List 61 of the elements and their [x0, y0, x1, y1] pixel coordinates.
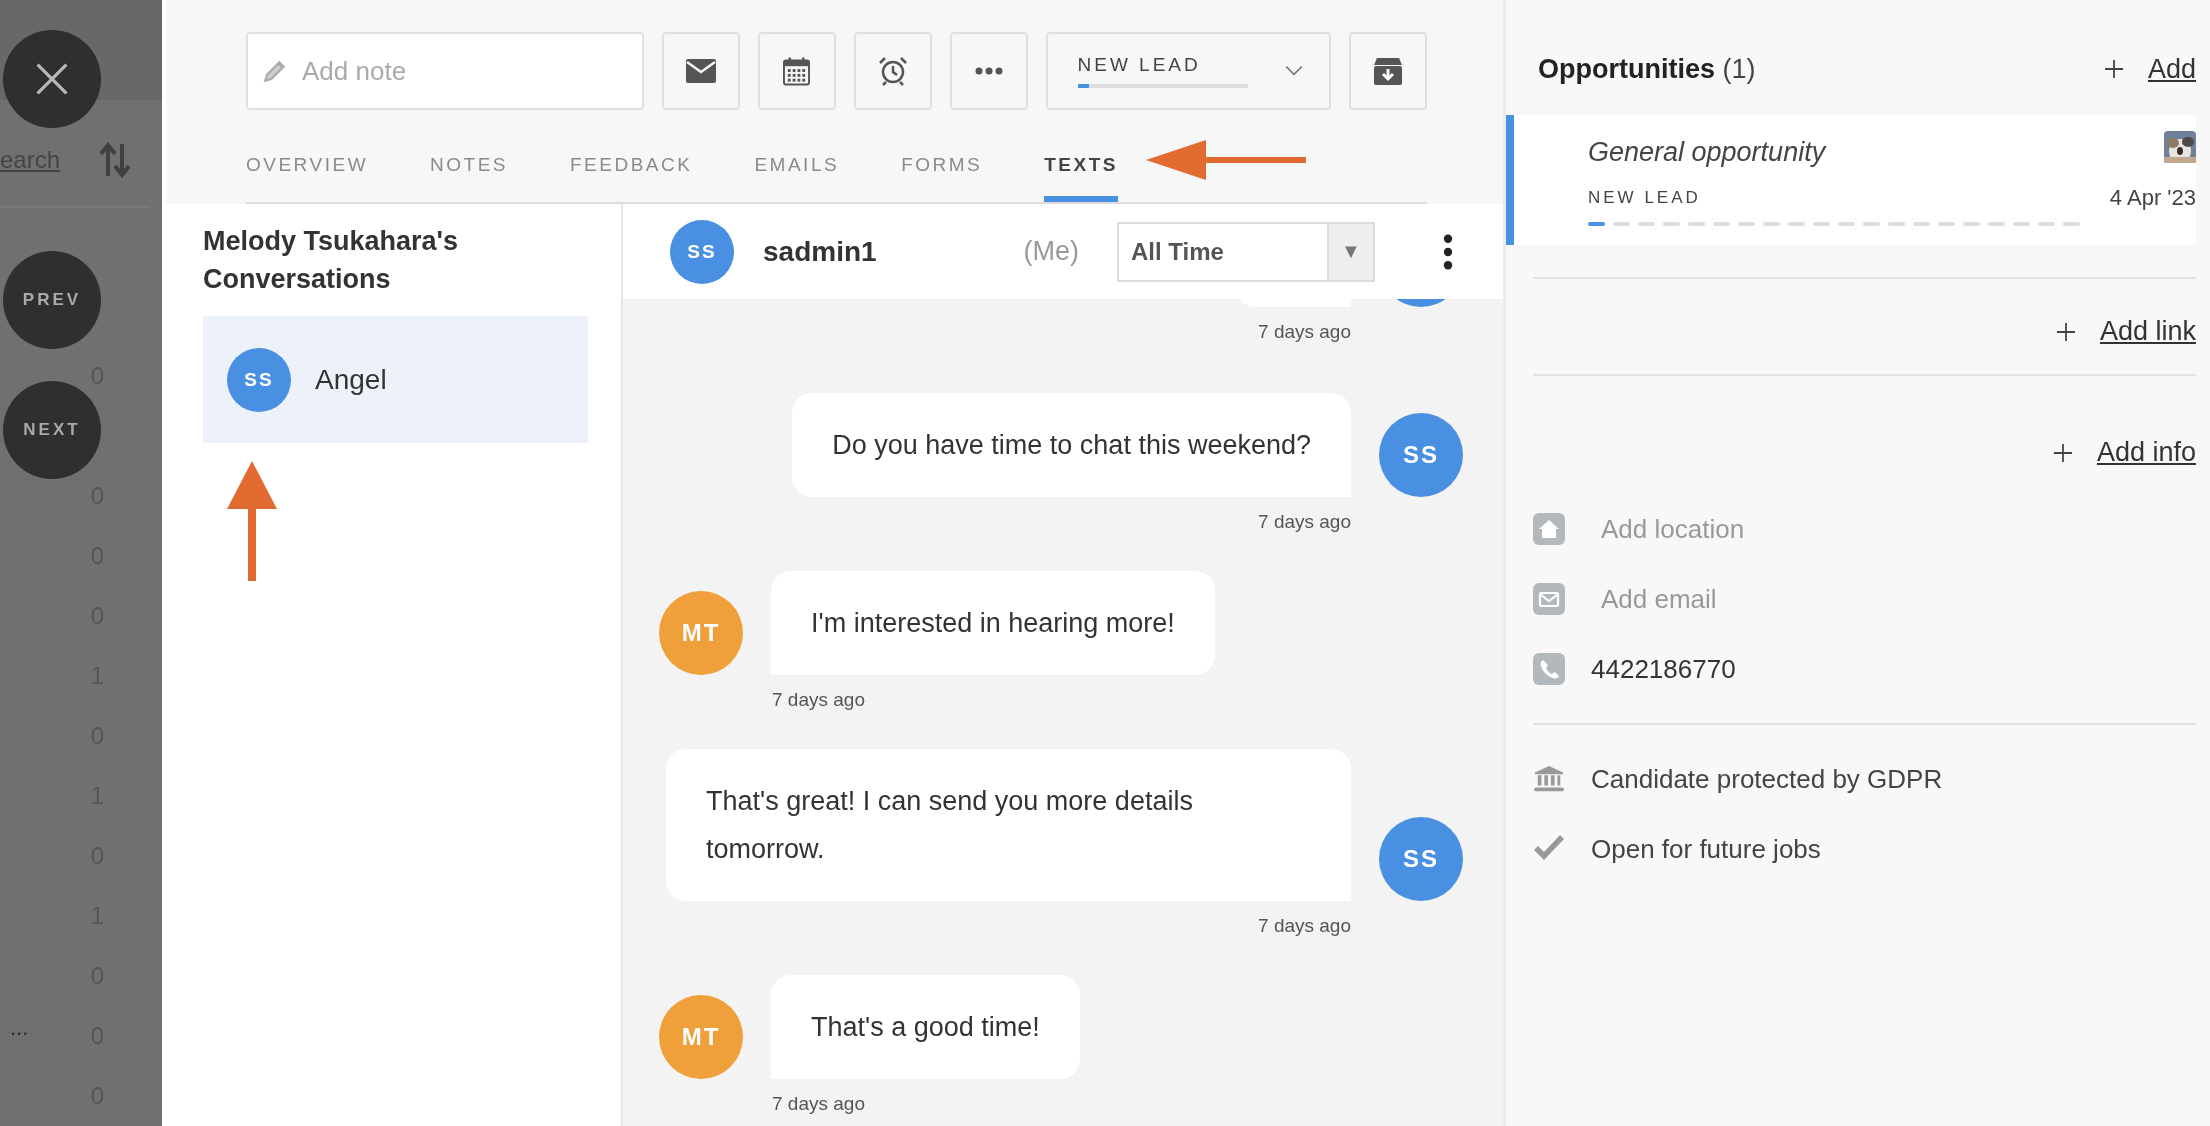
kebab-menu-icon[interactable]	[1443, 233, 1453, 270]
time-filter-select[interactable]: All Time ▼	[1117, 221, 1375, 282]
calendar-button[interactable]	[757, 32, 836, 110]
gdpr-text: Candidate protected by GDPR	[1591, 763, 1943, 795]
plus-icon	[2103, 59, 2124, 79]
status-dropdown[interactable]: NEW LEAD	[1045, 32, 1332, 110]
tab[interactable]: FEEDBACK	[570, 118, 693, 202]
plus-icon	[2055, 321, 2076, 342]
message-bubble: Do you have time to chat this weekend?	[792, 393, 1351, 497]
message-time: 7 days ago	[1258, 915, 1351, 937]
nav-button[interactable]: PREV	[3, 251, 101, 349]
me-label: (Me)	[1023, 236, 1079, 267]
archive-button[interactable]	[1349, 32, 1427, 110]
message-bubble: I'm interested in hearing more!	[771, 571, 1215, 675]
message-bubble: That's a good time!	[771, 975, 1080, 1079]
message-bubble: That's great! I can send you more details tomorrow.	[666, 749, 1351, 901]
avatar: SS	[227, 347, 291, 412]
pencil-icon	[262, 58, 288, 84]
add-link[interactable]: Add	[2147, 53, 2196, 85]
more-icon	[974, 67, 1003, 75]
avatar: SS	[1379, 817, 1463, 901]
alarm-button[interactable]	[853, 32, 932, 110]
tab[interactable]: OVERVIEW	[246, 118, 369, 202]
avatar: MT	[659, 591, 743, 675]
add-link[interactable]: Add link	[2099, 316, 2196, 347]
tab[interactable]: EMAILS	[754, 118, 840, 202]
alarm-clock-icon	[877, 56, 908, 86]
conversations-title: Melody Tsukahara's Conversations	[203, 225, 459, 296]
tab[interactable]: FORMS	[901, 118, 983, 202]
phone-icon	[1533, 653, 1565, 685]
email-button[interactable]	[662, 32, 740, 110]
close-icon	[34, 61, 70, 97]
phone-text: 4422186770	[1591, 653, 1736, 685]
plus-icon	[2052, 442, 2073, 463]
avatar: SS	[670, 219, 734, 284]
message-time: 7 days ago	[1258, 511, 1351, 533]
user-name: sadmin1	[763, 235, 878, 268]
add-note-field[interactable]: Add note	[246, 32, 644, 110]
message-time: 7 days ago	[772, 1093, 865, 1115]
avatar: MT	[659, 995, 743, 1079]
opportunity-card[interactable]: General opportunity NEW LEAD 4 Apr '23	[1506, 115, 2196, 245]
check-text: Open for future jobs	[1591, 833, 1821, 865]
message-time: 7 days ago	[772, 689, 865, 711]
add-link[interactable]: Add info	[2096, 437, 2196, 468]
opportunity-name: General opportunity	[1588, 137, 1828, 168]
house-icon	[1533, 513, 1565, 545]
conversation-item[interactable]: SS Angel	[203, 316, 588, 443]
nav-button[interactable]: NEXT	[3, 381, 101, 479]
envelope-icon	[1533, 583, 1565, 615]
chevron-down-icon	[1285, 65, 1304, 77]
calendar-icon	[783, 56, 811, 86]
tab[interactable]: NOTES	[430, 118, 508, 202]
archive-box-icon	[1373, 56, 1404, 86]
avatar: SS	[1379, 413, 1463, 497]
opportunities-title: Opportunities (1)	[1538, 53, 1756, 85]
stage-label: NEW LEAD	[1588, 188, 1702, 208]
bank-icon	[1533, 764, 1565, 794]
opportunity-date: 4 Apr '23	[2109, 185, 2196, 211]
envelope-icon	[685, 59, 716, 83]
message-time: 7 days ago	[1258, 321, 1351, 343]
more-text: ...	[10, 1015, 29, 1041]
